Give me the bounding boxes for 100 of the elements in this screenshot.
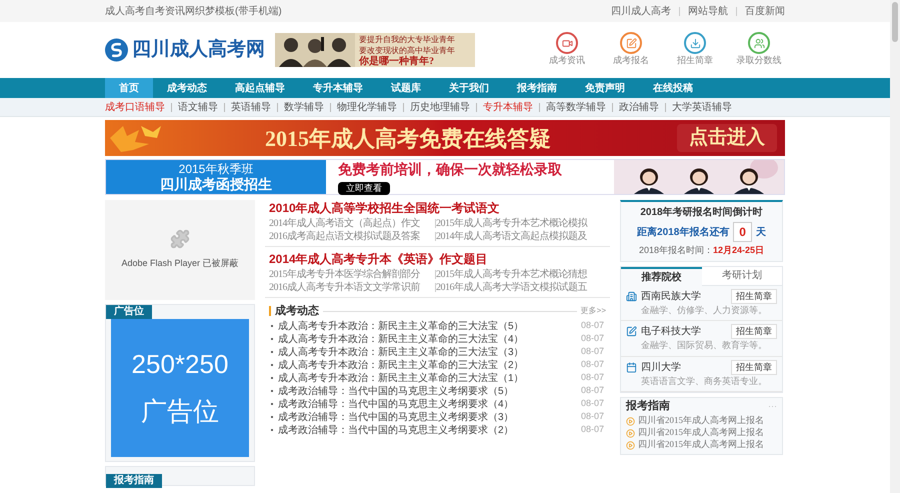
enter-button[interactable]: 点击进入 xyxy=(677,124,777,152)
shortcut-link[interactable]: 招生简章 xyxy=(669,32,721,68)
more-link[interactable]: 更多>> xyxy=(580,305,606,318)
countdown-label: 距离2018年报名还有 xyxy=(637,225,730,240)
news-link[interactable]: 成考政治辅导：当代中国的马克思主义考纲要求（3） xyxy=(278,410,514,424)
plugin-icon xyxy=(170,229,190,250)
school-name[interactable]: 西南民族大学 xyxy=(641,288,701,304)
nav-tab[interactable]: 试题库 xyxy=(377,78,435,98)
date-value: 12月24-25日 xyxy=(713,244,764,257)
section-tag: 广告位 xyxy=(106,305,152,319)
nav-tab[interactable]: 专升本辅导 xyxy=(299,78,377,98)
subnav-link[interactable]: 物理化学辅导 xyxy=(337,100,397,114)
news-link[interactable]: 成人高考专升本政治：新民主主义革命的三大法宝（5） xyxy=(278,318,524,334)
news-date: 08-07 xyxy=(580,345,604,358)
shortcut-link[interactable]: 成考报名 xyxy=(605,32,657,68)
nav-tab[interactable]: 关于我们 xyxy=(435,78,503,98)
school-icon xyxy=(626,326,637,337)
school-icon xyxy=(626,290,637,302)
enroll-banner[interactable]: 2015年秋季班 四川成考函授招生 免费考前培训，确保一次就轻松录取 立即查看 xyxy=(105,159,785,195)
top-link[interactable]: 网站导航 xyxy=(688,4,728,18)
school-majors: 金融学、仿修学、人力资源等。 xyxy=(640,304,768,316)
site-tagline: 成人高考自考资讯网织梦模板(带手机端) xyxy=(105,4,282,18)
news-link[interactable]: 成人高考专升本政治：新民主主义革命的三大法宝（2） xyxy=(278,358,524,372)
article-link[interactable]: 2014年成人高考语文高起点模拟题及 xyxy=(436,230,587,243)
subnav-link[interactable]: 政治辅导 xyxy=(619,100,659,114)
panel-title: 报考指南 xyxy=(626,398,670,414)
brochure-button[interactable]: 招生简章 xyxy=(731,324,777,339)
article-link[interactable]: 2015年成人高考专升本艺术概论模拟 xyxy=(436,217,587,230)
nav-tab[interactable]: 成考动态 xyxy=(153,78,221,98)
guide-link[interactable]: 四川省2015年成人高考网上报名 xyxy=(638,438,764,452)
nav-tab[interactable]: 首页 xyxy=(105,78,153,98)
header-ad[interactable]: 要提升自我的大专毕业青年 要改变现状的高中毕业青年 你是哪一种青年? xyxy=(275,33,475,67)
banner-heading: 2015年秋季班 xyxy=(178,162,254,177)
news-date: 08-07 xyxy=(580,319,604,332)
play-icon xyxy=(626,428,635,438)
subnav-link[interactable]: 高等数学辅导 xyxy=(546,100,606,114)
ad-slogan: 你是哪一种青年? xyxy=(359,56,435,66)
article-link[interactable]: 2016成考高起点语文模拟试题及答案 xyxy=(269,230,420,243)
ad-size: 250*250 xyxy=(132,348,228,381)
countdown-title: 2018年考研报名时间倒计时 xyxy=(640,206,763,220)
news-link[interactable]: 成人高考专升本政治：新民主主义革命的三大法宝（4） xyxy=(278,332,524,346)
logo-icon xyxy=(105,36,128,64)
nav-tab[interactable]: 免责声明 xyxy=(571,78,639,98)
section-title: 成考动态 xyxy=(275,304,319,319)
news-date: 08-07 xyxy=(580,397,604,410)
article-link[interactable]: 2014年成人高考语文（高起点）作文 xyxy=(269,217,420,230)
article-link[interactable]: 2015年成人高考专升本艺术概论猜想 xyxy=(436,268,587,281)
qa-banner[interactable]: 2015年成人高考免费在线答疑 点击进入 xyxy=(105,120,785,156)
school-majors: 英语语言文学、商务英语专业。 xyxy=(640,374,768,388)
school-name[interactable]: 电子科技大学 xyxy=(641,324,701,339)
play-icon xyxy=(626,416,635,426)
brochure-button[interactable]: 招生简章 xyxy=(731,360,777,374)
view-button[interactable]: 立即查看 xyxy=(338,182,390,196)
subnav-link[interactable]: 语文辅导 xyxy=(178,100,218,114)
news-date: 08-07 xyxy=(580,332,604,346)
nav-tab[interactable]: 报考指南 xyxy=(503,78,571,98)
guide-link[interactable]: 四川省2015年成人高考网上报名 xyxy=(638,426,764,440)
shortcut-link[interactable]: 成考资讯 xyxy=(541,32,593,68)
days-counter: 0 xyxy=(733,222,752,242)
school-majors: 金融学、国际贸易、教育学等。 xyxy=(640,339,768,352)
article-link[interactable]: 2015年成考专升本医学综合解剖部分 xyxy=(269,268,420,281)
subnav-link[interactable]: 数学辅导 xyxy=(284,100,324,114)
play-icon xyxy=(626,440,635,450)
top-link[interactable]: 四川成人高考 xyxy=(611,4,671,18)
brochure-button[interactable]: 招生简章 xyxy=(731,288,777,304)
date-label: 2018年报名时间： xyxy=(638,244,713,257)
news-link[interactable]: 成考政治辅导：当代中国的马克思主义考纲要求（4） xyxy=(278,396,514,412)
panel-tab[interactable]: 考研计划 xyxy=(702,266,782,286)
subnav-link[interactable]: 大学英语辅导 xyxy=(672,100,732,114)
flash-message: Adobe Flash Player 已被屏蔽 xyxy=(121,257,239,270)
banner-heading: 四川成考函授招生 xyxy=(160,177,272,192)
news-date: 08-07 xyxy=(580,358,604,372)
shortcut-link[interactable]: 录取分数线 xyxy=(733,32,785,68)
news-link[interactable]: 成人高考专升本政治：新民主主义革命的三大法宝（3） xyxy=(278,344,524,360)
subnav-link[interactable]: 成考口语辅导 xyxy=(105,100,165,114)
top-link[interactable]: 百度新闻 xyxy=(745,4,785,18)
ad-slogan: 要提升自我的大专毕业青年 xyxy=(359,34,455,44)
school-icon xyxy=(626,362,637,372)
news-date: 08-07 xyxy=(580,371,604,384)
subnav-link[interactable]: 专升本辅导 xyxy=(483,100,533,114)
scrollbar-thumb[interactable] xyxy=(892,2,898,42)
subnav-link[interactable]: 历史地理辅导 xyxy=(410,100,470,114)
nav-tab[interactable]: 在线投稿 xyxy=(639,78,707,98)
article-headline[interactable]: 2014年成人高考专升本《英语》作文题目 xyxy=(269,251,606,267)
ad-placeholder[interactable]: 250*250 广告位 xyxy=(111,319,249,457)
article-link[interactable]: 2016成人高考专升本语文文学常识前 xyxy=(269,281,420,294)
nav-tab[interactable]: 高起点辅导 xyxy=(221,78,299,98)
school-name[interactable]: 四川大学 xyxy=(641,360,681,374)
news-link[interactable]: 成考政治辅导：当代中国的马克思主义考纲要求（2） xyxy=(278,422,514,438)
site-logo[interactable]: 四川成人高考网 xyxy=(132,36,265,64)
news-link[interactable]: 成人高考专升本政治：新民主主义革命的三大法宝（1） xyxy=(278,370,524,386)
news-date: 08-07 xyxy=(580,384,604,398)
article-headline[interactable]: 2010年成人高等学校招生全国统一考试语文 xyxy=(269,200,606,216)
news-link[interactable]: 成考政治辅导：当代中国的马克思主义考纲要求（5） xyxy=(278,384,514,398)
article-link[interactable]: 2016年成人高考大学语文模拟试题五 xyxy=(436,281,587,294)
ad-slogan: 要改变现状的高中毕业青年 xyxy=(359,44,455,54)
scrollbar[interactable] xyxy=(890,0,900,493)
subnav-link[interactable]: 英语辅导 xyxy=(231,100,271,114)
guide-link[interactable]: 四川省2015年成人高考网上报名 xyxy=(638,414,764,428)
banner-title: 2015年成人高考免费在线答疑 xyxy=(265,124,551,152)
